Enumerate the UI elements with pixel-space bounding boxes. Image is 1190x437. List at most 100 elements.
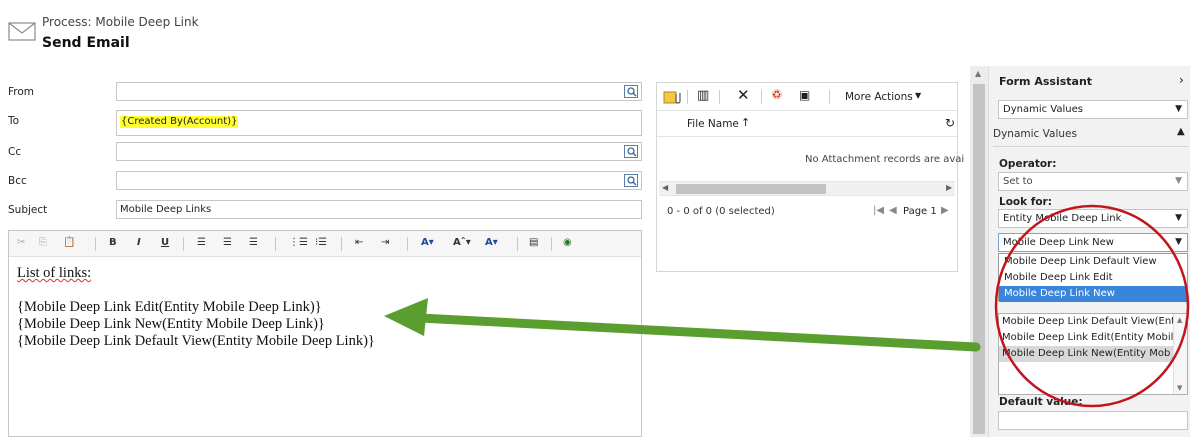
bullet-list-icon[interactable]: ⁝☰ — [315, 237, 327, 248]
cc-label: Cc — [8, 146, 22, 158]
entity-view-value: Mobile Deep Link New — [1003, 237, 1114, 248]
body-line: List of links: — [17, 265, 92, 281]
assistant-mode-value: Dynamic Values — [1003, 104, 1083, 115]
look-for-select[interactable]: Entity Mobile Deep Link ▼ — [998, 209, 1188, 228]
lookup-icon[interactable] — [624, 174, 638, 187]
page-indicator: Page 1 — [903, 206, 937, 217]
increase-indent-icon[interactable]: ⇥ — [381, 237, 389, 248]
cut-icon[interactable]: ✂ — [17, 237, 25, 248]
scroll-down-icon[interactable]: ▼ — [1177, 384, 1182, 392]
bcc-field[interactable] — [116, 171, 642, 190]
italic-button[interactable]: I — [137, 237, 141, 248]
list-item[interactable]: Mobile Deep Link New(Entity Mob — [999, 346, 1173, 362]
notebook-icon[interactable]: ▥ — [697, 88, 709, 103]
attachments-toolbar: ▥ ✕ ♽ ▣ More Actions ▼ — [657, 83, 957, 111]
copy-icon[interactable]: ⎘ — [39, 237, 47, 248]
paste-icon[interactable]: 📋 — [63, 237, 75, 248]
listbox-scrollbar[interactable]: ▲ ▼ — [1173, 314, 1187, 394]
dropdown-option-selected[interactable]: Mobile Deep Link New — [999, 286, 1187, 302]
prev-page-icon[interactable]: ◀ — [889, 205, 897, 216]
scroll-left-icon[interactable]: ◀ — [662, 183, 668, 192]
horizontal-scrollbar[interactable]: ◀ ▶ — [659, 181, 955, 196]
default-value-label: Default value: — [999, 396, 1083, 408]
dropdown-option[interactable]: Mobile Deep Link Edit — [999, 270, 1187, 286]
collapse-section-icon[interactable]: ▲ — [1177, 126, 1185, 137]
delete-icon[interactable]: ✕ — [737, 86, 750, 104]
body-line: {Mobile Deep Link New(Entity Mobile Deep… — [17, 316, 325, 332]
bcc-label: Bcc — [8, 175, 27, 187]
entity-view-select[interactable]: Mobile Deep Link New ▼ — [998, 233, 1188, 252]
chevron-down-icon: ▼ — [1175, 237, 1182, 247]
bold-button[interactable]: B — [109, 237, 117, 248]
scrollbar-thumb[interactable] — [676, 184, 826, 194]
highlight-color-icon[interactable]: A▾ — [421, 237, 434, 248]
operator-select[interactable]: Set to ▼ — [998, 172, 1188, 191]
look-for-label: Look for: — [999, 196, 1052, 208]
numbered-list-icon[interactable]: ⋮☰ — [289, 237, 308, 248]
subject-label: Subject — [8, 204, 48, 216]
entity-view-dropdown[interactable]: Mobile Deep Link Default View Mobile Dee… — [998, 253, 1188, 302]
editor-toolbar: ✂ ⎘ 📋 B I U ☰ ☰ ☰ ⋮☰ ⁝☰ ⇤ ⇥ A▾ Aˆ▾ A▾ ▤ … — [9, 231, 641, 257]
subject-field[interactable]: Mobile Deep Links — [116, 200, 642, 219]
email-body-content[interactable]: List of links: {Mobile Deep Link Edit(En… — [17, 265, 375, 350]
align-left-icon[interactable]: ☰ — [197, 237, 206, 248]
form-assistant-title: Form Assistant — [999, 75, 1093, 88]
to-label: To — [8, 115, 20, 127]
scroll-up-icon[interactable]: ▲ — [1177, 316, 1182, 324]
page-scrollbar[interactable]: ▲ — [970, 66, 988, 437]
list-item[interactable]: Mobile Deep Link Edit(Entity Mobil — [999, 330, 1173, 346]
lookup-icon[interactable] — [624, 85, 638, 98]
section-title: Dynamic Values — [993, 128, 1077, 140]
to-field[interactable]: {Created By(Account)} — [116, 110, 642, 136]
insert-link-icon[interactable]: ◉ — [563, 237, 572, 248]
workflow-icon[interactable]: ♽ — [771, 88, 783, 103]
subject-value: Mobile Deep Links — [120, 204, 212, 215]
refresh-icon[interactable]: ↻ — [945, 116, 955, 130]
email-body-editor[interactable]: ✂ ⎘ 📋 B I U ☰ ☰ ☰ ⋮☰ ⁝☰ ⇤ ⇥ A▾ Aˆ▾ A▾ ▤ … — [8, 230, 642, 437]
page-title: Send Email — [42, 35, 130, 51]
align-right-icon[interactable]: ☰ — [249, 237, 258, 248]
font-color-icon[interactable]: A▾ — [485, 237, 498, 248]
collapse-chevron-icon[interactable]: › — [1179, 73, 1184, 87]
dynamic-values-listbox[interactable]: Mobile Deep Link Default View(Ent Mobile… — [998, 313, 1188, 395]
body-line: {Mobile Deep Link Default View(Entity Mo… — [17, 333, 375, 349]
document-icon[interactable]: ▤ — [529, 237, 538, 248]
attachments-grid: ▥ ✕ ♽ ▣ More Actions ▼ File Name ↑ ↻ No … — [656, 82, 964, 272]
more-actions-button[interactable]: More Actions — [845, 91, 913, 103]
operator-value: Set to — [1003, 176, 1033, 187]
default-value-input[interactable] — [998, 411, 1188, 430]
file-name-column[interactable]: File Name — [687, 118, 739, 130]
assistant-mode-select[interactable]: Dynamic Values ▼ — [998, 100, 1188, 119]
record-range: 0 - 0 of 0 (0 selected) — [667, 206, 775, 217]
look-for-value: Entity Mobile Deep Link — [1003, 213, 1122, 224]
operator-label: Operator: — [999, 158, 1057, 170]
to-value: {Created By(Account)} — [120, 116, 239, 128]
email-icon — [8, 22, 36, 41]
decrease-indent-icon[interactable]: ⇤ — [355, 237, 363, 248]
form-assistant-panel: Form Assistant › Dynamic Values ▼ Dynami… — [988, 66, 1190, 437]
body-line: {Mobile Deep Link Edit(Entity Mobile Dee… — [17, 299, 322, 315]
scroll-up-icon[interactable]: ▲ — [975, 69, 981, 78]
chevron-down-icon: ▼ — [1175, 176, 1182, 186]
attachments-header: File Name ↑ ↻ — [657, 111, 957, 137]
page-scrollbar-thumb[interactable] — [973, 84, 985, 434]
first-page-icon[interactable]: |◀ — [873, 205, 884, 216]
process-subtitle: Process: Mobile Deep Link — [42, 15, 199, 29]
align-center-icon[interactable]: ☰ — [223, 237, 232, 248]
cc-field[interactable] — [116, 142, 642, 161]
chevron-down-icon: ▼ — [1175, 213, 1182, 223]
next-page-icon[interactable]: ▶ — [941, 205, 949, 216]
font-size-icon[interactable]: Aˆ▾ — [453, 237, 471, 248]
lookup-icon[interactable] — [624, 145, 638, 158]
attach-file-icon[interactable] — [663, 90, 681, 104]
from-field[interactable] — [116, 82, 642, 101]
dropdown-option[interactable]: Mobile Deep Link Default View — [999, 254, 1187, 270]
run-report-icon[interactable]: ▣ — [799, 88, 810, 102]
chevron-down-icon: ▼ — [1175, 104, 1182, 114]
underline-button[interactable]: U — [161, 237, 169, 248]
sort-up-icon[interactable]: ↑ — [741, 116, 750, 129]
list-item[interactable]: Mobile Deep Link Default View(Ent — [999, 314, 1173, 330]
no-records-message: No Attachment records are avai — [805, 154, 965, 165]
scroll-right-icon[interactable]: ▶ — [946, 183, 952, 192]
chevron-down-icon[interactable]: ▼ — [915, 91, 921, 100]
